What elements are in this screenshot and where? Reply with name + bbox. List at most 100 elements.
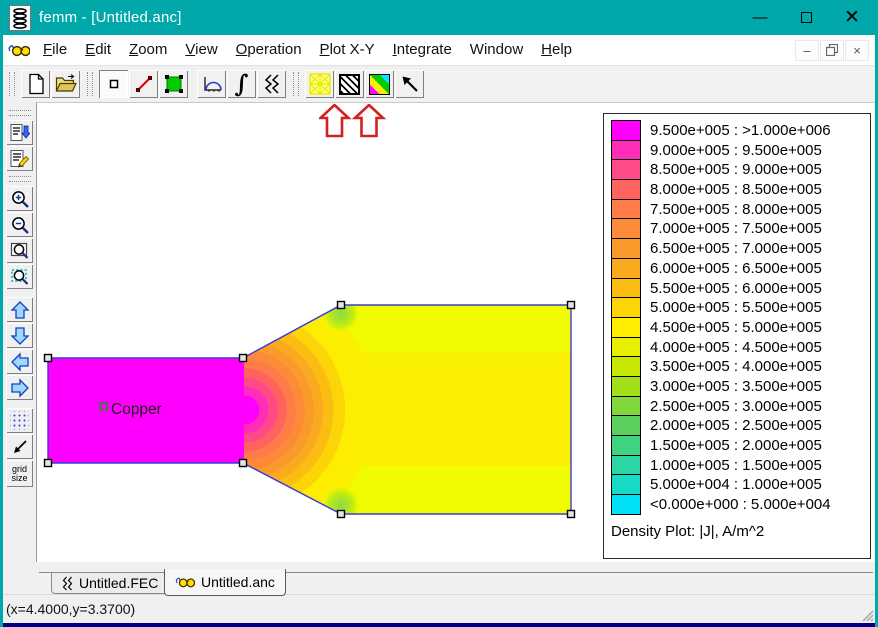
zoom-window-button[interactable] (6, 238, 33, 263)
zoom-out-icon (10, 215, 30, 235)
window-minimize-button[interactable]: — (737, 0, 783, 35)
legend-row: 2.500e+005 : 3.000e+005 (611, 397, 870, 417)
color-density-icon (369, 74, 390, 95)
legend-color-swatch (611, 120, 641, 141)
mesh-info-button[interactable] (6, 120, 33, 145)
block-mode-button[interactable] (159, 70, 188, 98)
toolbar-drag-handle[interactable] (9, 72, 15, 96)
legend-row: 7.500e+005 : 8.000e+005 (611, 200, 870, 220)
vector-plot-button[interactable] (395, 70, 424, 98)
window-bottom-border (3, 623, 875, 627)
legend-range-label: 5.500e+005 : 6.000e+005 (650, 279, 822, 299)
red-up-arrow (321, 105, 349, 136)
line-mode-button[interactable] (129, 70, 158, 98)
legend-color-swatch (611, 455, 641, 476)
pan-up-button[interactable] (6, 297, 33, 322)
legend-color-swatch (611, 218, 641, 239)
snap-grid-button[interactable] (6, 434, 33, 459)
tab-label: Untitled.FEC (79, 575, 158, 591)
contour-icon (62, 576, 73, 591)
legend-row: 4.500e+005 : 5.000e+005 (611, 318, 870, 338)
toolbar-drag-handle[interactable] (87, 72, 93, 96)
pan-right-button[interactable] (6, 375, 33, 400)
cursor-coordinates: (x=4.4000,y=3.3700) (6, 601, 135, 617)
new-file-icon (26, 73, 46, 95)
greyscale-density-button[interactable] (335, 70, 364, 98)
mdi-minimize-button[interactable]: – (795, 40, 819, 61)
legend-range-label: 9.000e+005 : 9.500e+005 (650, 141, 822, 161)
legend-range-label: 5.000e+005 : 5.500e+005 (650, 298, 822, 318)
edit-properties-button[interactable] (6, 146, 33, 171)
pan-left-button[interactable] (6, 349, 33, 374)
legend-range-label: <0.000e+000 : 5.000e+004 (650, 495, 831, 515)
integral-icon: ∫ (235, 74, 249, 94)
mesh-icon (309, 73, 331, 95)
mdi-close-button[interactable]: × (845, 40, 869, 61)
annotation-arrows (319, 104, 387, 138)
menu-operation[interactable]: Operation (227, 37, 311, 62)
menu-edit[interactable]: Edit (76, 37, 120, 62)
toolbar-drag-handle[interactable] (9, 110, 31, 116)
legend-color-swatch (611, 258, 641, 279)
mdi-restore-button[interactable] (820, 40, 844, 61)
legend-color-swatch (611, 415, 641, 436)
tab-untitled-anc[interactable]: Untitled.anc (164, 569, 286, 596)
line-mode-icon (134, 74, 154, 94)
toolbar-drag-handle[interactable] (293, 72, 299, 96)
point-mode-button[interactable] (99, 70, 128, 98)
integrate-button[interactable]: ∫ (227, 70, 256, 98)
pan-left-icon (10, 352, 30, 372)
color-density-button[interactable] (365, 70, 394, 98)
app-coil-icon (9, 5, 31, 31)
legend-row: <0.000e+000 : 5.000e+004 (611, 495, 870, 515)
window-close-button[interactable]: ✕ (829, 0, 875, 35)
menu-file[interactable]: File (34, 37, 76, 62)
pan-down-button[interactable] (6, 323, 33, 348)
menu-window[interactable]: Window (461, 37, 532, 62)
show-mesh-button[interactable] (305, 70, 334, 98)
legend-range-label: 4.000e+005 : 4.500e+005 (650, 338, 822, 358)
legend-color-swatch (611, 238, 641, 259)
legend-row: 1.500e+005 : 2.000e+005 (611, 436, 870, 456)
legend-range-label: 7.000e+005 : 7.500e+005 (650, 219, 822, 239)
legend-row: 2.000e+005 : 2.500e+005 (611, 416, 870, 436)
contour-button[interactable] (257, 70, 286, 98)
zoom-in-icon (10, 189, 30, 209)
legend-row: 5.000e+005 : 5.500e+005 (611, 298, 870, 318)
block-mode-icon (164, 74, 184, 94)
zoom-in-button[interactable] (6, 186, 33, 211)
legend-color-swatch (611, 376, 641, 397)
resize-grip[interactable] (858, 606, 874, 622)
grid-toggle-icon (10, 411, 29, 430)
menu-bar: FileEditZoomViewOperationPlot X-YIntegra… (3, 35, 875, 66)
window-maximize-button[interactable] (783, 0, 829, 35)
pan-down-icon (10, 326, 30, 346)
document-tab-bar: Untitled.FEC Untitled.anc (3, 562, 875, 594)
open-file-button[interactable] (51, 70, 80, 98)
drawing-canvas[interactable]: Copper 9.500e+005 : >1.000e+0069.000e+00… (36, 102, 875, 562)
menu-help[interactable]: Help (532, 37, 581, 62)
new-file-button[interactable] (21, 70, 50, 98)
legend-color-swatch (611, 474, 641, 495)
legend-row: 8.500e+005 : 9.000e+005 (611, 160, 870, 180)
legend-row: 5.000e+004 : 1.000e+005 (611, 475, 870, 495)
legend-color-swatch (611, 435, 641, 456)
tab-untitled-fec[interactable]: Untitled.FEC (51, 573, 169, 594)
menu-plot-x-y[interactable]: Plot X-Y (311, 37, 384, 62)
side-toolbar: gridsize (3, 102, 36, 562)
legend-row: 5.500e+005 : 6.000e+005 (611, 279, 870, 299)
grid-size-button[interactable]: gridsize (6, 460, 33, 487)
menu-view[interactable]: View (176, 37, 226, 62)
zoom-window-icon (10, 241, 30, 261)
legend-row: 9.500e+005 : >1.000e+006 (611, 121, 870, 141)
vector-plot-icon (400, 74, 420, 94)
zoom-out-button[interactable] (6, 212, 33, 237)
legend-range-label: 1.000e+005 : 1.500e+005 (650, 456, 822, 476)
menu-integrate[interactable]: Integrate (384, 37, 461, 62)
plot-xy-button[interactable] (197, 70, 226, 98)
menu-zoom[interactable]: Zoom (120, 37, 176, 62)
grid-toggle-button[interactable] (6, 408, 33, 433)
toolbar-drag-handle[interactable] (9, 176, 31, 182)
glasses-icon (175, 575, 195, 589)
zoom-extents-button[interactable] (6, 264, 33, 289)
